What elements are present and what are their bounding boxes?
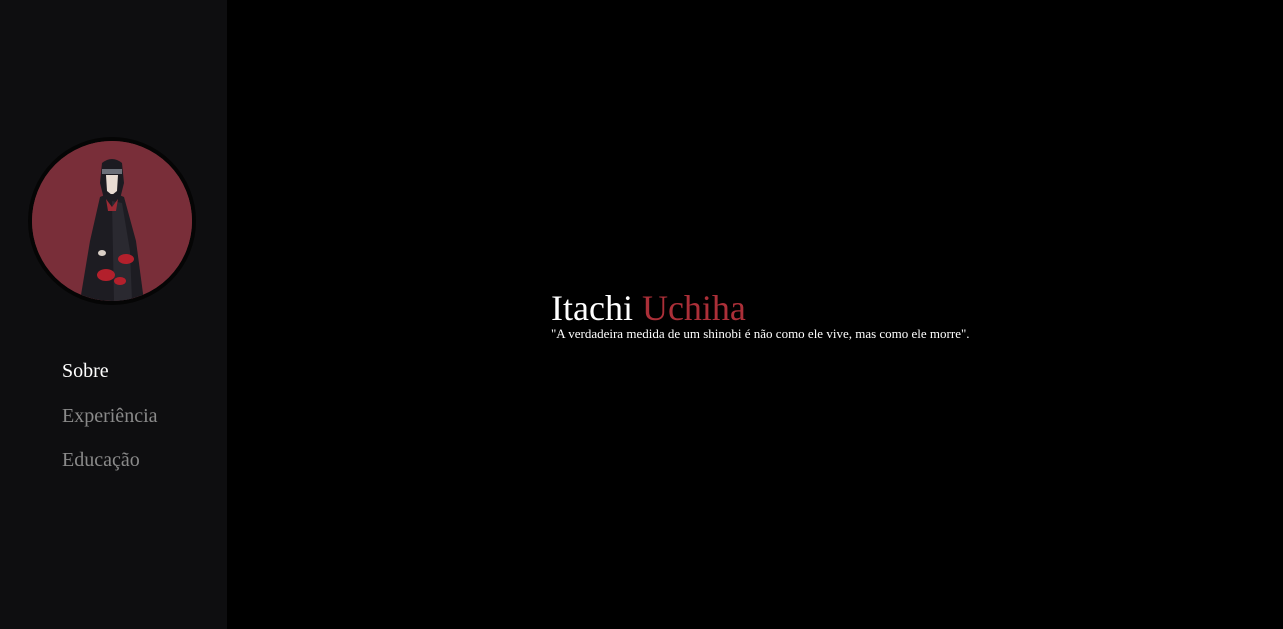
nav-item-educacao[interactable]: Educação (62, 445, 158, 490)
page-title: Itachi Uchiha (551, 286, 970, 330)
last-name: Uchiha (641, 288, 746, 328)
itachi-portrait-icon (32, 141, 192, 301)
quote-text: "A verdadeira medida de um shinobi é não… (551, 326, 970, 341)
nav-item-experiencia[interactable]: Experiência (62, 401, 158, 446)
nav-item-sobre[interactable]: Sobre (62, 356, 158, 401)
sidebar: Sobre Experiência Educação (0, 0, 227, 629)
avatar (28, 137, 196, 305)
sidebar-nav: Sobre Experiência Educação (62, 356, 158, 490)
hero-section: Itachi Uchiha "A verdadeira medida de um… (551, 286, 970, 342)
first-name: Itachi (551, 288, 633, 328)
